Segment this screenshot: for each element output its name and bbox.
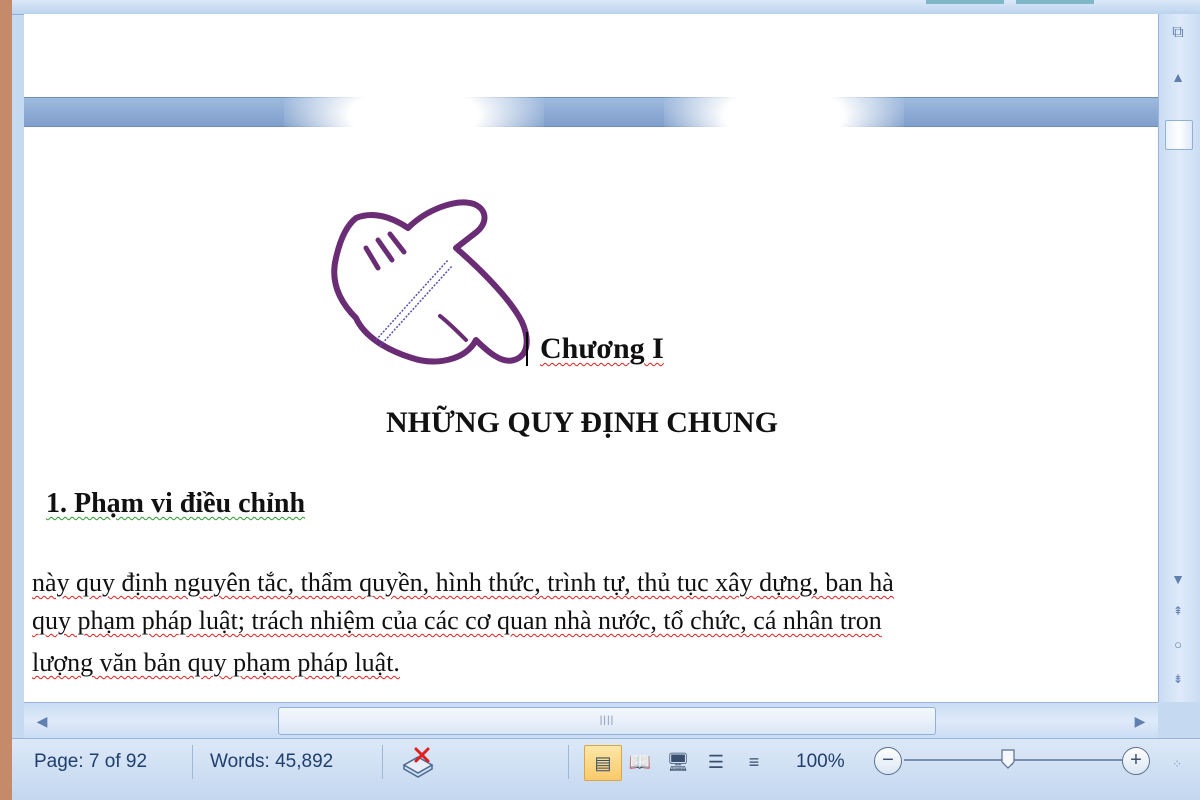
ribbon-tab-edge[interactable] [1016,0,1094,4]
next-page-icon[interactable]: ⇟ [1165,668,1191,690]
divider [568,745,569,779]
vertical-scroll-thumb[interactable] [1165,120,1193,150]
resize-grip-icon[interactable]: ⁘ [1172,757,1182,771]
scroll-down-arrow[interactable]: ▼ [1165,568,1191,590]
word-window: Chương I NHỮNG QUY ĐỊNH CHUNG 1. Phạm vi… [12,0,1200,800]
blurred-region [664,60,904,170]
zoom-slider-thumb[interactable] [1000,749,1016,769]
paragraph-line[interactable]: lượng văn bản quy phạm pháp luật. [32,648,400,678]
split-window-icon[interactable]: ⧉ [1165,22,1191,44]
page-break-gap [24,97,1158,127]
paragraph-line[interactable]: này quy định nguyên tắc, thẩm quyền, hìn… [32,568,894,598]
blurred-region [284,60,544,170]
vertical-scrollbar[interactable]: ⧉ ▲ ▼ ⇞ ○ ⇟ [1158,14,1200,702]
text-cursor [526,332,528,366]
scroll-left-arrow[interactable]: ◀ [32,711,52,731]
select-browse-object-icon[interactable]: ○ [1165,634,1191,656]
horizontal-scroll-thumb[interactable]: |||| [278,707,936,735]
word-count[interactable]: Words: 45,892 [210,739,333,785]
article-heading-text: 1. Phạm vi điều chỉnh [46,488,306,519]
view-buttons: ▤ 📖 🖥 ☰ ≡ [584,745,778,781]
article-heading[interactable]: 1. Phạm vi điều chỉnh [46,488,305,520]
zoom-level[interactable]: 100% [796,739,845,785]
section-title[interactable]: NHỮNG QUY ĐỊNH CHUNG [386,406,778,440]
ribbon-tab-edge[interactable] [926,0,1004,4]
chapter-heading[interactable]: Chương I [540,332,664,366]
zoom-in-button[interactable]: + [1122,747,1150,775]
ribbon-edge [12,0,1200,15]
outline-button[interactable]: ☰ [698,745,734,779]
horizontal-scrollbar[interactable]: ◀ |||| ▶ [24,702,1158,739]
paragraph-line[interactable]: quy phạm pháp luật; trách nhiệm của các … [32,606,882,636]
full-screen-reading-button[interactable]: 📖 [622,745,658,779]
scroll-up-arrow[interactable]: ▲ [1165,66,1191,88]
web-layout-button[interactable]: 🖥 [660,745,696,779]
page-indicator[interactable]: Page: 7 of 92 [34,739,147,785]
chapter-text: Chương I [540,332,664,365]
draft-button[interactable]: ≡ [736,745,772,779]
scroll-right-arrow[interactable]: ▶ [1130,711,1150,731]
proofing-icon[interactable] [398,745,438,779]
print-layout-button[interactable]: ▤ [584,745,622,781]
zoom-out-button[interactable]: − [874,747,902,775]
status-bar: Page: 7 of 92 Words: 45,892 ▤ 📖 🖥 ☰ ≡ 10… [12,738,1200,800]
previous-page-icon[interactable]: ⇞ [1165,600,1191,622]
hand-pointer-icon [331,199,530,365]
divider [382,745,383,779]
divider [192,745,193,779]
document-area[interactable]: Chương I NHỮNG QUY ĐỊNH CHUNG 1. Phạm vi… [24,14,1158,702]
